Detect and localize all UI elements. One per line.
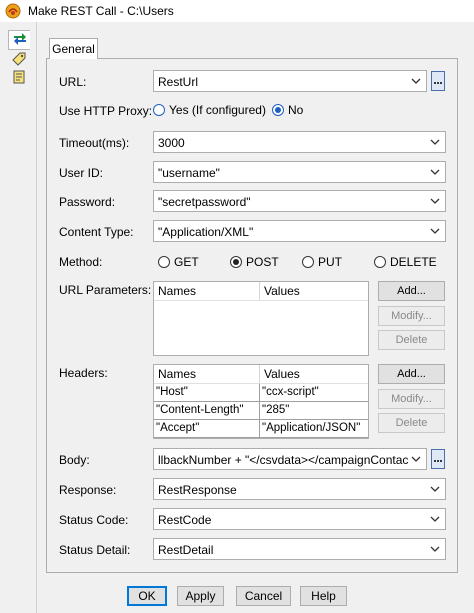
- timeout-value: 3000: [158, 136, 185, 150]
- chevron-down-icon[interactable]: [429, 512, 441, 526]
- url-params-add-button[interactable]: Add...: [378, 281, 445, 301]
- body-expression-button[interactable]: [431, 449, 445, 469]
- status-detail-value: RestDetail: [158, 543, 214, 557]
- proxy-no-label: No: [288, 103, 304, 117]
- url-expression-button[interactable]: [431, 71, 445, 91]
- content-type-combo[interactable]: "Application/XML": [153, 220, 446, 242]
- column-header-values[interactable]: Values: [260, 365, 368, 383]
- arrows-icon: [12, 31, 28, 50]
- status-code-label: Status Code:: [59, 513, 129, 527]
- headers-label: Headers:: [59, 366, 108, 380]
- headers-add-button[interactable]: Add...: [378, 364, 445, 384]
- column-header-names[interactable]: Names: [154, 282, 260, 300]
- headers-modify-button[interactable]: Modify...: [378, 389, 445, 409]
- proxy-yes-label: Yes (If configured): [169, 103, 266, 117]
- proxy-label: Use HTTP Proxy:: [59, 104, 153, 118]
- table-row[interactable]: "Host" "ccx-script": [154, 384, 368, 402]
- cancel-button[interactable]: Cancel: [236, 586, 291, 606]
- url-parameters-table[interactable]: Names Values: [153, 281, 369, 356]
- side-tab-label[interactable]: [8, 50, 30, 70]
- url-value: RestUrl: [158, 75, 199, 89]
- user-id-combo[interactable]: "username": [153, 161, 446, 183]
- header-name-cell: "Content-Length": [154, 402, 260, 419]
- chevron-down-icon[interactable]: [429, 224, 441, 238]
- status-detail-combo[interactable]: RestDetail: [153, 538, 446, 560]
- headers-delete-button[interactable]: Delete: [378, 413, 445, 433]
- window-title: Make REST Call - C:\Users: [28, 4, 174, 18]
- side-tab-general[interactable]: [8, 30, 30, 50]
- header-value-cell: "285": [262, 404, 290, 416]
- status-code-value: RestCode: [158, 513, 212, 527]
- column-header-values[interactable]: Values: [260, 282, 368, 300]
- chevron-down-icon[interactable]: [410, 74, 422, 88]
- ellipsis-icon: [433, 452, 443, 466]
- password-combo[interactable]: "secretpassword": [153, 190, 446, 212]
- url-parameters-label: URL Parameters:: [59, 283, 152, 297]
- title-bar: Make REST Call - C:\Users: [0, 0, 474, 22]
- url-label: URL:: [59, 75, 87, 89]
- password-label: Password:: [59, 195, 116, 209]
- column-header-names[interactable]: Names: [154, 365, 260, 383]
- header-name-cell: "Host": [154, 384, 260, 401]
- document-icon: [11, 69, 27, 88]
- header-value-cell: "Application/JSON": [262, 422, 361, 434]
- table-row[interactable]: "Content-Length" "285": [154, 402, 368, 420]
- method-delete-label: DELETE: [390, 255, 437, 269]
- password-value: "secretpassword": [158, 195, 251, 209]
- user-id-value: "username": [158, 166, 220, 180]
- apply-button[interactable]: Apply: [177, 586, 224, 606]
- table-row[interactable]: "Accept" "Application/JSON": [154, 420, 368, 438]
- timeout-label: Timeout(ms):: [59, 136, 130, 150]
- status-detail-label: Status Detail:: [59, 543, 131, 557]
- method-get-radio[interactable]: GET: [158, 255, 199, 269]
- chevron-down-icon[interactable]: [429, 165, 441, 179]
- body-combo[interactable]: llbackNumber + "</csvdata></campaignCont…: [153, 448, 427, 470]
- side-tab-strip: [0, 22, 37, 613]
- app-icon: [5, 3, 21, 19]
- url-params-delete-button[interactable]: Delete: [378, 330, 445, 350]
- tab-general[interactable]: General: [49, 38, 98, 59]
- body-label: Body:: [59, 453, 90, 467]
- content-type-label: Content Type:: [59, 225, 134, 239]
- headers-table[interactable]: Names Values "Host" "ccx-script" "Conten…: [153, 364, 369, 439]
- chevron-down-icon[interactable]: [429, 542, 441, 556]
- response-label: Response:: [59, 483, 117, 497]
- url-params-modify-button[interactable]: Modify...: [378, 306, 445, 326]
- table-header: Names Values: [154, 365, 368, 384]
- status-code-combo[interactable]: RestCode: [153, 508, 446, 530]
- response-value: RestResponse: [158, 483, 237, 497]
- ok-button[interactable]: OK: [127, 586, 167, 606]
- response-combo[interactable]: RestResponse: [153, 478, 446, 500]
- method-put-label: PUT: [318, 255, 342, 269]
- table-header: Names Values: [154, 282, 368, 301]
- method-post-label: POST: [246, 255, 279, 269]
- help-button[interactable]: Help: [300, 586, 347, 606]
- method-post-radio[interactable]: POST: [230, 255, 279, 269]
- url-combo[interactable]: RestUrl: [153, 70, 427, 92]
- header-value-cell: "ccx-script": [262, 386, 319, 398]
- content-type-value: "Application/XML": [158, 225, 254, 239]
- chevron-down-icon[interactable]: [429, 135, 441, 149]
- proxy-no-radio[interactable]: No: [272, 103, 303, 117]
- chevron-down-icon[interactable]: [429, 194, 441, 208]
- chevron-down-icon[interactable]: [410, 452, 422, 466]
- chevron-down-icon[interactable]: [429, 482, 441, 496]
- side-tab-doc[interactable]: [8, 68, 30, 88]
- body-value: llbackNumber + "</csvdata></campaignCont…: [158, 453, 408, 467]
- tag-icon: [11, 51, 27, 70]
- method-delete-radio[interactable]: DELETE: [374, 255, 437, 269]
- timeout-combo[interactable]: 3000: [153, 131, 446, 153]
- ellipsis-icon: [433, 74, 443, 88]
- method-put-radio[interactable]: PUT: [302, 255, 342, 269]
- proxy-yes-radio[interactable]: Yes (If configured): [153, 103, 266, 117]
- header-name-cell: "Accept": [154, 420, 260, 437]
- method-get-label: GET: [174, 255, 199, 269]
- method-label: Method:: [59, 255, 103, 269]
- user-id-label: User ID:: [59, 166, 104, 180]
